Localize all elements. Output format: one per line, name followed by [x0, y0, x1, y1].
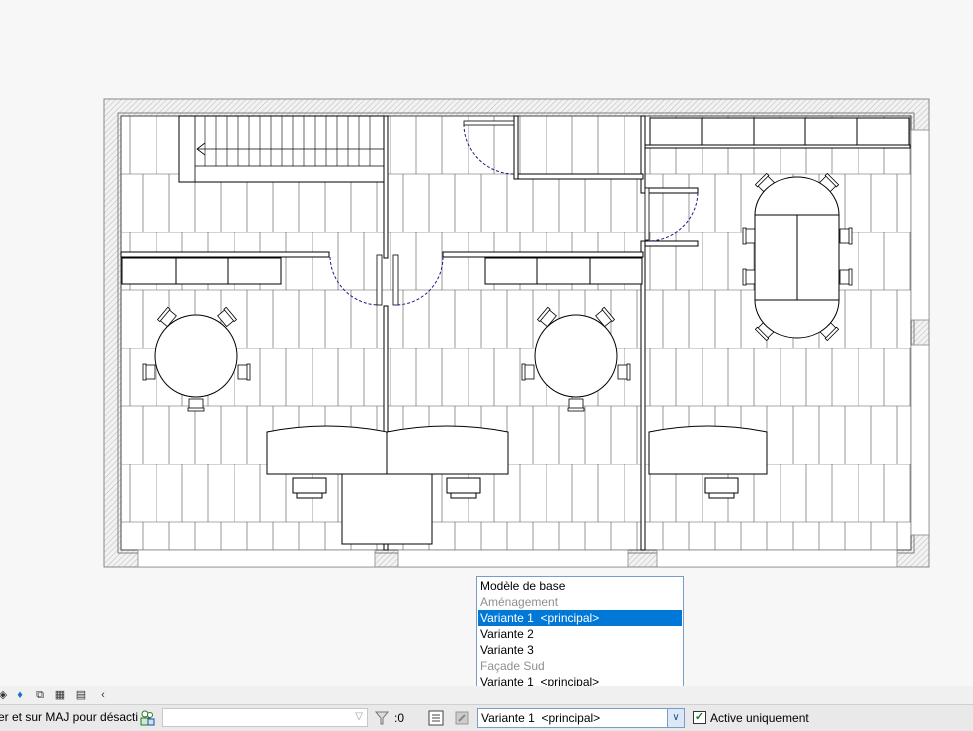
crop-view-icon[interactable]: ⧉	[33, 688, 47, 702]
exclude-option-icon[interactable]	[454, 710, 470, 726]
design-option-combo[interactable]: Variante 1 <principal> ∨	[477, 708, 685, 728]
lightbulb-icon[interactable]: ♦	[13, 688, 27, 702]
workset-combo[interactable]: ▽	[162, 708, 368, 727]
active-only-label: Active uniquement	[710, 711, 809, 725]
filter-icon[interactable]	[374, 710, 390, 726]
chevron-down-icon[interactable]: ∨	[667, 709, 684, 727]
design-option-value: Variante 1 <principal>	[481, 711, 601, 725]
active-only-checkbox[interactable]: ✓	[693, 711, 706, 724]
view-control-bar: ◈ ♦ ⧉ ▦ ▤ ‹	[0, 686, 973, 704]
visual-style-icon[interactable]: ◈	[0, 688, 10, 702]
dropdown-option[interactable]: Variante 2	[478, 626, 682, 642]
staircase	[178, 115, 385, 183]
design-option-dropdown-list[interactable]: Modèle de base Aménagement Variante 1 <pri…	[476, 576, 684, 705]
status-bar: er et sur MAJ pour désacti ▽ :0 Variante…	[0, 704, 973, 731]
selection-count: :0	[394, 711, 405, 725]
dropdown-option[interactable]: Variante 3	[478, 642, 682, 658]
chevron-down-icon: ▽	[355, 711, 363, 722]
temporary-hide-icon[interactable]: ▦	[53, 688, 67, 702]
dropdown-group-header: Façade Sud	[480, 659, 545, 673]
reveal-hidden-icon[interactable]: ▤	[74, 688, 88, 702]
status-message: er et sur MAJ pour désacti	[0, 710, 139, 724]
design-options-icon[interactable]	[428, 710, 444, 726]
dropdown-option[interactable]: Variante 1 <principal>	[478, 610, 682, 626]
collapse-arrow-icon[interactable]: ‹	[96, 688, 110, 702]
worksets-icon[interactable]	[139, 710, 155, 726]
dropdown-option[interactable]: Modèle de base	[478, 578, 682, 594]
dropdown-group-header: Aménagement	[480, 595, 559, 609]
